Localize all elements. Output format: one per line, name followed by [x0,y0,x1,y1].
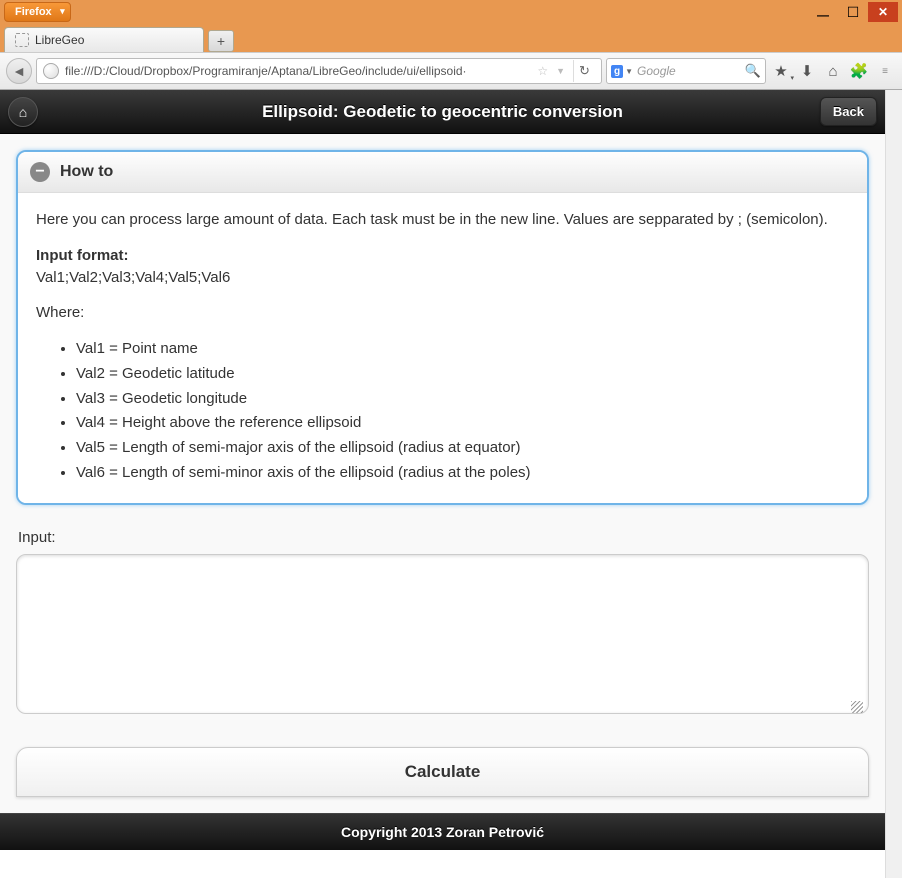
input-format-value: Val1;Val2;Val3;Val4;Val5;Val6 [36,269,230,286]
home-icon-button[interactable]: ⌂ [8,97,38,127]
reload-button[interactable]: ↻ [573,60,595,82]
search-engine-icon: g [611,65,623,78]
howto-toggle[interactable]: − How to [18,152,867,192]
howto-panel: − How to Here you can process large amou… [16,150,869,505]
url-dropdown-icon[interactable]: ▼ [556,66,565,76]
downloads-button[interactable]: ⬇ [796,60,818,82]
tab-title: LibreGeo [35,33,84,47]
tab-favicon [15,33,29,47]
site-identity-icon [43,63,59,79]
window-close-button[interactable] [868,2,898,22]
new-tab-button[interactable]: + [208,30,234,52]
bookmark-star-icon[interactable]: ☆ [537,64,548,78]
where-label: Where: [36,302,849,324]
input-format-label: Input format: [36,247,128,264]
vertical-scrollbar[interactable] [885,90,902,878]
search-engine-dropdown-icon[interactable]: ▼ [625,67,633,76]
list-item: Val3 = Geodetic longitude [76,388,849,410]
search-submit-icon[interactable]: 🔍 [745,63,761,79]
input-label: Input: [18,529,869,546]
window-minimize-button[interactable] [808,2,838,22]
bookmarks-menu-button[interactable]: ★ [770,60,792,82]
page-title: Ellipsoid: Geodetic to geocentric conver… [262,102,623,122]
nav-back-button[interactable]: ◄ [6,58,32,84]
url-bar[interactable]: file:///D:/Cloud/Dropbox/Programiranje/A… [36,58,602,84]
toolbar-chevron-icon[interactable]: ≡ [874,60,896,82]
home-button[interactable]: ⌂ [822,60,844,82]
list-item: Val2 = Geodetic latitude [76,363,849,385]
howto-title: How to [60,163,113,181]
back-button[interactable]: Back [820,97,877,126]
app-footer: Copyright 2013 Zoran Petrović [0,813,885,850]
list-item: Val6 = Length of semi-minor axis of the … [76,462,849,484]
url-text: file:///D:/Cloud/Dropbox/Programiranje/A… [65,64,533,78]
browser-tab[interactable]: LibreGeo [4,27,204,52]
calculate-button[interactable]: Calculate [16,747,869,797]
search-bar[interactable]: g ▼ Google 🔍 [606,58,766,84]
window-maximize-button[interactable] [838,2,868,22]
list-item: Val1 = Point name [76,338,849,360]
search-placeholder: Google [637,64,745,78]
list-item: Val4 = Height above the reference ellips… [76,412,849,434]
howto-intro: Here you can process large amount of dat… [36,209,849,231]
addon-icon[interactable]: 🧩 [848,60,870,82]
collapse-icon: − [30,162,50,182]
firefox-menu-button[interactable]: Firefox [4,2,71,22]
input-textarea[interactable] [16,554,869,714]
value-definitions-list: Val1 = Point name Val2 = Geodetic latitu… [76,338,849,484]
app-header: ⌂ Ellipsoid: Geodetic to geocentric conv… [0,90,885,134]
list-item: Val5 = Length of semi-major axis of the … [76,437,849,459]
